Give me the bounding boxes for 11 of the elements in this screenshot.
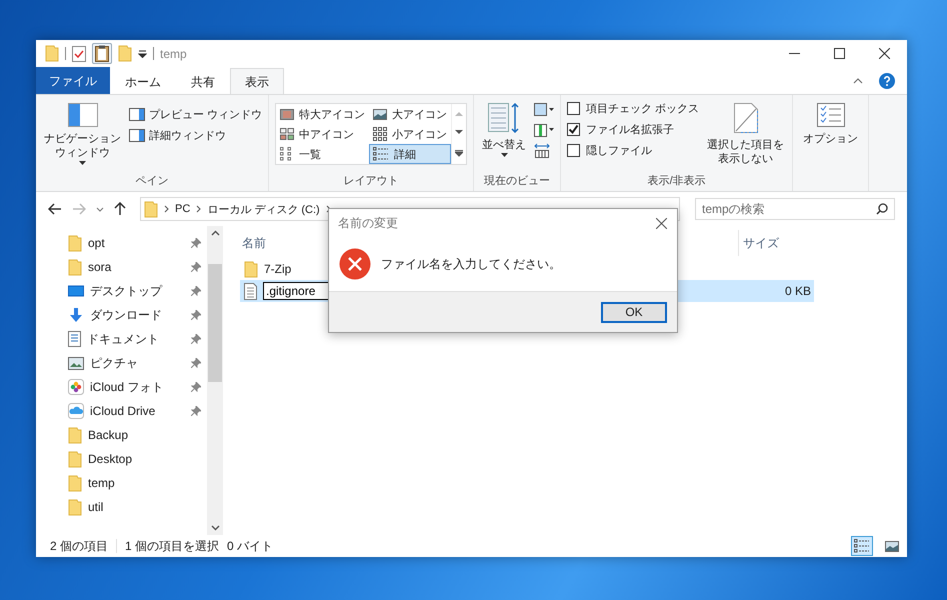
file-size: 0 KB — [784, 284, 811, 298]
selection-info: 1 個の項目を選択 — [125, 538, 220, 554]
group-label: 現在のビュー — [483, 174, 552, 189]
file-name: 7-Zip — [264, 262, 292, 276]
group-label: レイアウト — [342, 174, 400, 189]
dialog-message: ファイル名を入力してください。 — [381, 256, 561, 272]
group-label: 表示/非表示 — [646, 174, 707, 189]
group-label: ペイン — [134, 174, 170, 189]
item-count: 2 個の項目 — [50, 538, 108, 554]
window-title: temp — [160, 46, 187, 60]
selection-size: 0 バイト — [227, 538, 274, 554]
